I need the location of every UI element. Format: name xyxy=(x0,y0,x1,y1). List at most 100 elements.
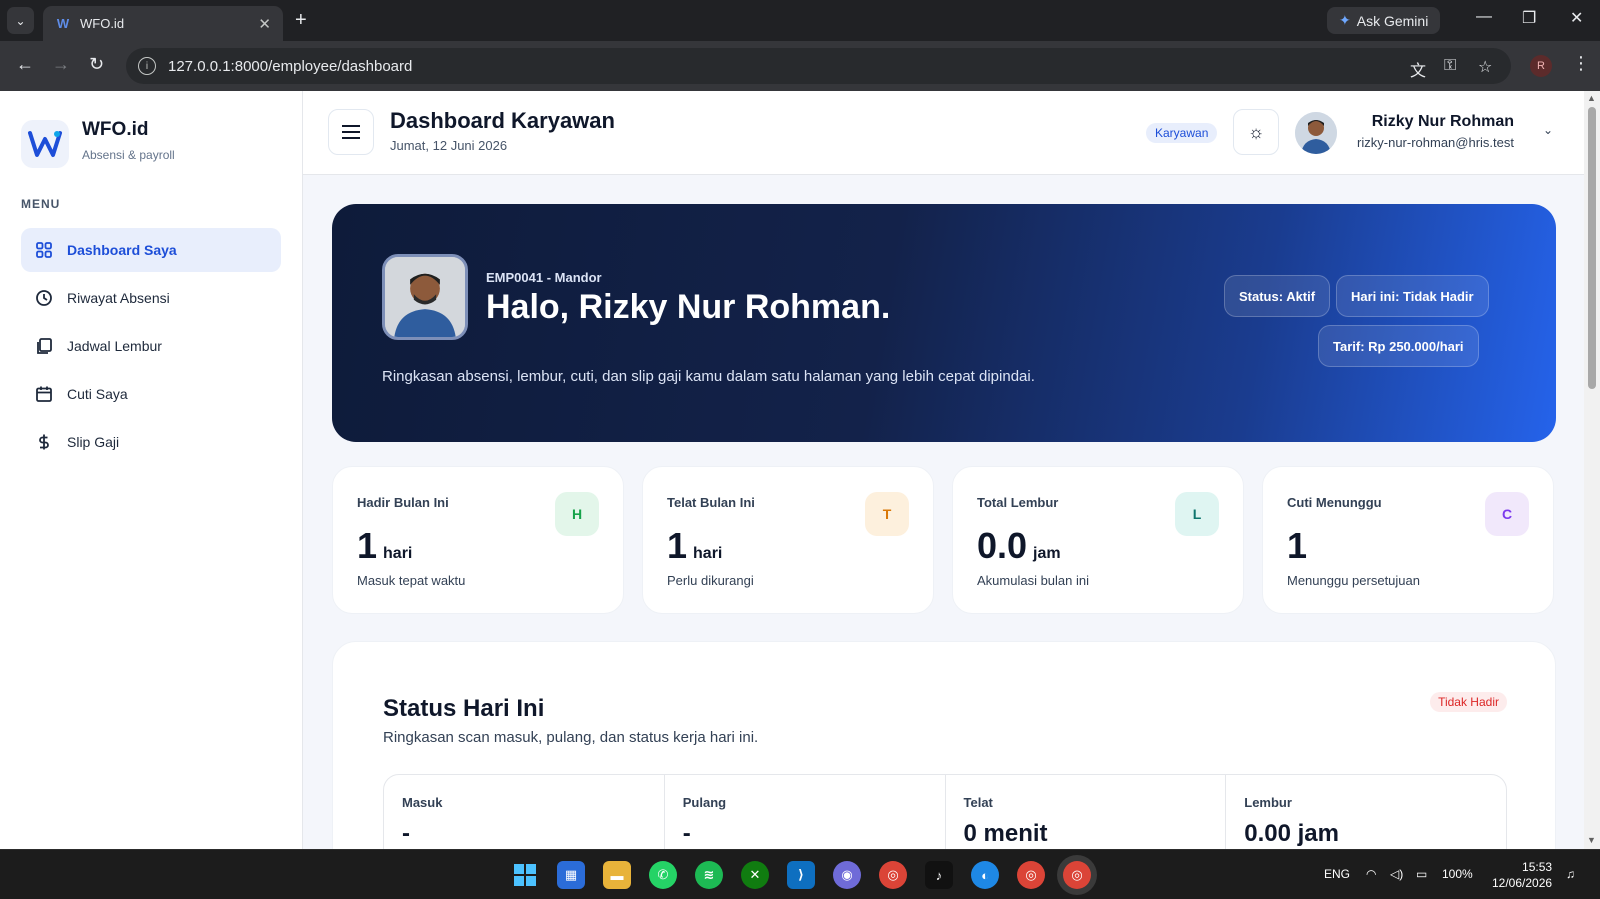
stat-card-cuti: Cuti Menunggu C 1 Menunggu persetujuan xyxy=(1262,466,1554,614)
tab-title: WFO.id xyxy=(80,16,125,31)
stat-label: Telat Bulan Ini xyxy=(667,495,755,510)
browser-tab[interactable]: W WFO.id ✕ xyxy=(43,6,283,41)
tiktok-icon[interactable]: ♪ xyxy=(925,861,953,889)
reload-icon[interactable]: ↻ xyxy=(89,54,104,75)
dollar-icon xyxy=(35,433,53,451)
close-tab-icon[interactable]: ✕ xyxy=(258,15,271,33)
theme-toggle-button[interactable]: ☼ xyxy=(1233,109,1279,155)
edge-icon[interactable]: ◐ xyxy=(971,861,999,889)
vscode-icon[interactable]: ⟩ xyxy=(787,861,815,889)
whatsapp-icon[interactable]: ✆ xyxy=(649,861,677,889)
sidebar-item-dashboard[interactable]: Dashboard Saya xyxy=(21,228,281,272)
status-cell-telat: Telat 0 menit xyxy=(946,775,1227,849)
stat-card-lembur: Total Lembur L 0.0 jam Akumulasi bulan in… xyxy=(952,466,1244,614)
password-key-icon[interactable]: ⚿ xyxy=(1444,57,1456,75)
status-cell-lembur: Lembur 0.00 jam xyxy=(1226,775,1506,849)
wifi-icon[interactable]: ◠ xyxy=(1366,867,1376,881)
role-badge: Karyawan xyxy=(1146,123,1218,143)
sidebar-item-cuti-saya[interactable]: Cuti Saya xyxy=(21,372,281,416)
sidebar-item-label: Jadwal Lembur xyxy=(67,338,162,354)
system-clock[interactable]: 15:53 12/06/2026 xyxy=(1492,859,1552,891)
volume-icon[interactable]: ◁) xyxy=(1390,867,1403,881)
sidebar: WFO.id Absensi & payroll MENU Dashboard … xyxy=(0,91,303,849)
brand-subtitle: Absensi & payroll xyxy=(82,148,175,162)
ask-gemini-button[interactable]: ✦ Ask Gemini xyxy=(1327,7,1441,34)
tab-search-button[interactable]: ⌄ xyxy=(7,7,34,34)
page-date: Jumat, 12 Juni 2026 xyxy=(390,138,508,153)
app-logo xyxy=(21,120,69,168)
hamburger-icon xyxy=(342,131,360,133)
scroll-thumb[interactable] xyxy=(1588,107,1596,389)
back-icon[interactable]: ← xyxy=(16,54,34,75)
stat-subtext: Akumulasi bulan ini xyxy=(977,573,1090,588)
page-scrollbar[interactable]: ▲ ▼ xyxy=(1584,91,1600,849)
browser-tabbar: ⌄ W WFO.id ✕ + ✦ Ask Gemini — ❐ ✕ xyxy=(0,0,1600,41)
user-name[interactable]: Rizky Nur Rohman xyxy=(1372,113,1514,131)
telat-letter-icon: T xyxy=(865,492,909,536)
status-today-subtitle: Ringkasan scan masuk, pulang, dan status… xyxy=(383,729,759,746)
status-cell-value: 0.00 jam xyxy=(1244,820,1339,847)
scroll-up-icon[interactable]: ▲ xyxy=(1587,93,1596,103)
restore-icon[interactable]: ❐ xyxy=(1522,8,1536,28)
user-avatar[interactable] xyxy=(1295,112,1337,154)
user-email: rizky-nur-rohman@hris.test xyxy=(1357,135,1514,150)
battery-icon[interactable]: ▭ xyxy=(1416,867,1427,881)
chrome-profile-icon[interactable]: ◎ xyxy=(1017,861,1045,889)
stat-subtext: Masuk tepat waktu xyxy=(357,573,466,588)
clock-icon xyxy=(35,289,53,307)
status-badge: Tidak Hadir xyxy=(1430,692,1507,712)
user-photo-icon xyxy=(1295,112,1337,154)
status-cell-label: Telat xyxy=(963,795,993,810)
hadir-letter-icon: H xyxy=(555,492,599,536)
close-window-icon[interactable]: ✕ xyxy=(1570,8,1583,28)
sidebar-item-jadwal-lembur[interactable]: Jadwal Lembur xyxy=(21,324,281,368)
chrome-icon[interactable]: ◎ xyxy=(879,861,907,889)
status-cell-value: 0 menit xyxy=(963,820,1048,847)
scroll-down-icon[interactable]: ▼ xyxy=(1587,835,1596,845)
battery-percent: 100% xyxy=(1442,867,1473,881)
site-info-icon[interactable]: i xyxy=(138,57,156,75)
notification-bell-icon[interactable]: ♫ xyxy=(1566,867,1575,881)
page-title: Dashboard Karyawan xyxy=(390,108,615,133)
status-today-card: Status Hari Ini Ringkasan scan masuk, pu… xyxy=(332,641,1556,849)
stat-subtext: Perlu dikurangi xyxy=(667,573,754,588)
file-explorer-icon[interactable]: ▬ xyxy=(603,861,631,889)
stat-value: 0.0 jam xyxy=(977,525,1061,566)
employee-photo-icon xyxy=(385,257,465,337)
messenger-icon[interactable]: ◉ xyxy=(833,861,861,889)
profile-avatar[interactable]: R xyxy=(1530,55,1552,77)
browser-menu-icon[interactable]: ⋮ xyxy=(1572,53,1590,74)
new-tab-icon[interactable]: + xyxy=(295,9,307,32)
stat-card-hadir: Hadir Bulan Ini H 1 hari Masuk tepat wakt… xyxy=(332,466,624,614)
cuti-letter-icon: C xyxy=(1485,492,1529,536)
grid-icon xyxy=(35,241,53,259)
brand-name: WFO.id xyxy=(82,119,149,140)
status-cell-masuk: Masuk - xyxy=(384,775,665,849)
status-cell-value: - xyxy=(402,820,410,847)
chrome-active-icon[interactable]: ◎ xyxy=(1063,861,1091,889)
status-cell-label: Pulang xyxy=(682,795,727,810)
xbox-icon[interactable]: ✕ xyxy=(741,861,769,889)
translate-icon[interactable]: 文 xyxy=(1410,57,1426,81)
chevron-down-icon[interactable]: ⌄ xyxy=(1543,123,1553,137)
menu-toggle-button[interactable] xyxy=(328,109,374,155)
stat-label: Total Lembur xyxy=(977,495,1059,510)
windows-start-icon[interactable] xyxy=(511,861,539,889)
sidebar-item-riwayat-absensi[interactable]: Riwayat Absensi xyxy=(21,276,281,320)
lembur-letter-icon: L xyxy=(1175,492,1219,536)
menu-section-label: MENU xyxy=(21,197,61,211)
sidebar-item-slip-gaji[interactable]: Slip Gaji xyxy=(21,420,281,464)
clock-date: 12/06/2026 xyxy=(1492,876,1553,890)
microsoft-store-icon[interactable]: ▦ xyxy=(557,861,585,889)
minimize-icon[interactable]: — xyxy=(1476,8,1492,26)
sun-icon: ☼ xyxy=(1247,121,1265,142)
employee-photo xyxy=(382,254,468,340)
spotify-icon[interactable]: ≋ xyxy=(695,861,723,889)
url-text: 127.0.0.1:8000/employee/dashboard xyxy=(168,57,413,75)
forward-icon[interactable]: → xyxy=(52,54,70,75)
address-bar[interactable]: i 127.0.0.1:8000/employee/dashboard 文 ⚿ … xyxy=(126,48,1511,84)
sidebar-item-label: Dashboard Saya xyxy=(67,242,177,258)
rate-pill: Tarif: Rp 250.000/hari xyxy=(1318,325,1479,367)
language-indicator[interactable]: ENG xyxy=(1324,867,1350,881)
bookmark-star-icon[interactable]: ☆ xyxy=(1478,57,1492,77)
